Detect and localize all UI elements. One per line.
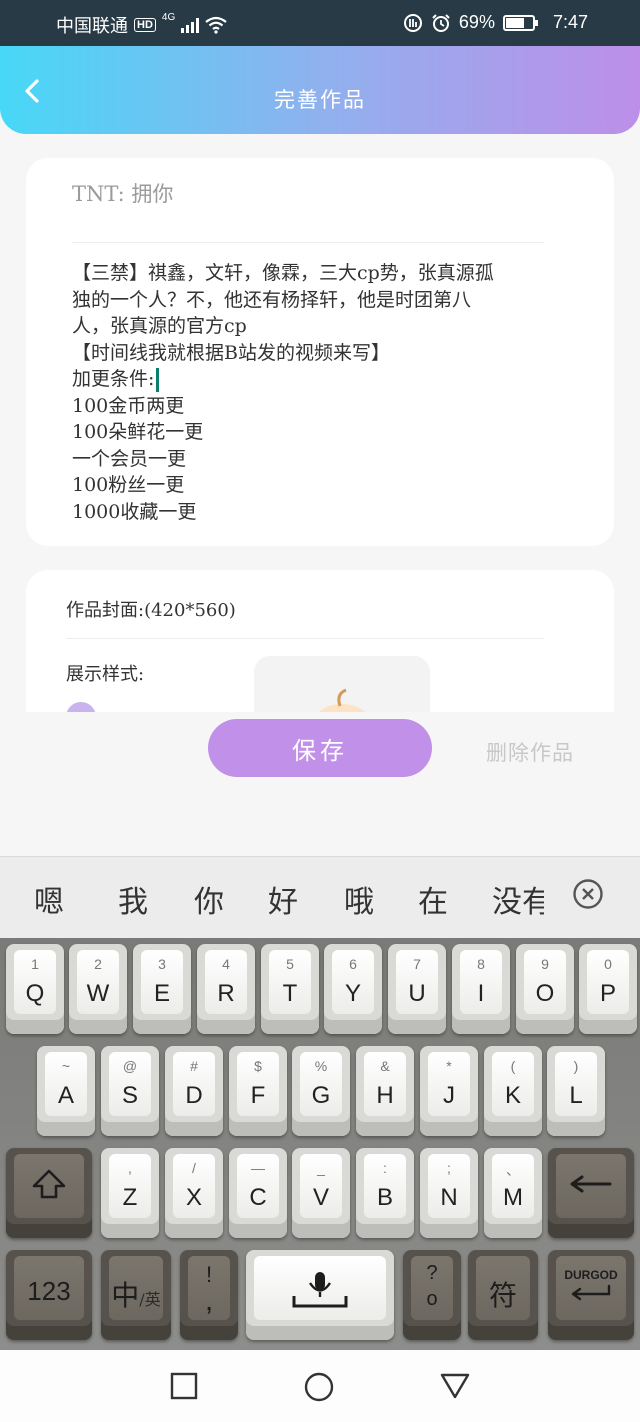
work-body-textarea[interactable]: 【三禁】祺鑫，文轩，像霖，三大cp势，张真源孤 独的一个人？不，他还有杨择轩，他…	[72, 260, 570, 525]
key-t[interactable]: 5T	[261, 944, 319, 1034]
key-h[interactable]: & H	[356, 1046, 414, 1136]
page-title: 完善作品	[274, 88, 366, 112]
keyboard: 1Q 2W 3E 4R 5T 6Y 7U 8I 9O 0P ~ A @ S # D $…	[0, 938, 640, 1350]
cover-card: 作品封面:(420*560) 展示样式:	[26, 570, 614, 712]
key-k[interactable]: (K	[484, 1046, 542, 1136]
body-line: 一个会员一更	[72, 447, 187, 470]
body-line-with-caret: 加更条件:	[72, 366, 570, 393]
status-bar: 中国联通 HD 4G 69% 7:47	[0, 0, 640, 46]
header: 完善作品	[0, 46, 640, 134]
body-line: 100金币两更	[72, 394, 185, 417]
battery-icon	[502, 14, 538, 31]
candidate-word[interactable]: 我	[118, 877, 148, 921]
shift-key[interactable]	[6, 1148, 92, 1238]
space-key[interactable]	[246, 1250, 394, 1340]
key-x[interactable]: / X	[165, 1148, 223, 1238]
key-c[interactable]: — C	[229, 1148, 287, 1238]
candidate-word[interactable]: 在	[418, 877, 448, 921]
body-line: 1000收藏一更	[72, 500, 197, 523]
alarm-icon	[432, 13, 450, 32]
backspace-key[interactable]	[548, 1148, 634, 1238]
system-nav-bar	[0, 1350, 640, 1422]
key-w[interactable]: 2W	[69, 944, 127, 1034]
signal-icon	[181, 17, 200, 33]
recent-apps-square-icon[interactable]	[170, 1372, 198, 1400]
status-right: 69% 7:47	[403, 12, 588, 33]
body-line: 加更条件:	[72, 368, 155, 390]
key-f[interactable]: $ F	[229, 1046, 287, 1136]
style-radio-button[interactable]	[66, 702, 96, 712]
key-d[interactable]: # D	[165, 1046, 223, 1136]
carrier-name: 中国联通	[56, 16, 128, 36]
key-r[interactable]: 4R	[197, 944, 255, 1034]
key-o[interactable]: 9O	[516, 944, 574, 1034]
key-z[interactable]: ,Z	[101, 1148, 159, 1238]
key-n[interactable]: ; N	[420, 1148, 478, 1238]
punctuation-key[interactable]: !,	[180, 1250, 238, 1340]
enter-arrow-icon	[571, 1284, 611, 1301]
title-divider	[72, 242, 544, 243]
body-line: 100朵鲜花一更	[72, 421, 204, 443]
key-l[interactable]: ) L	[547, 1046, 605, 1136]
backspace-icon	[570, 1175, 612, 1193]
key-a[interactable]: ~ A	[37, 1046, 95, 1136]
key-m[interactable]: 、 M	[484, 1148, 542, 1238]
candidate-word[interactable]: 你	[194, 877, 224, 921]
key-v[interactable]: _ V	[292, 1148, 350, 1238]
shift-arrow-icon	[32, 1169, 66, 1199]
cover-divider	[66, 638, 544, 639]
key-p[interactable]: 0P	[579, 944, 637, 1034]
candidate-word[interactable]: 哦	[344, 877, 374, 921]
body-line: 独的一个人？不，他还有杨择轩，他是时团第八	[72, 288, 472, 311]
display-style-label: 展示样式:	[66, 664, 145, 685]
vibrate-icon	[403, 13, 422, 32]
microphone-icon	[292, 1272, 348, 1308]
work-text-card: TNT: 拥你 【三禁】祺鑫，文轩，像霖，三大cp势，张真源孤 独的一个人？不，…	[26, 158, 614, 546]
numbers-key[interactable]: 123	[6, 1250, 92, 1340]
clock: 7:47	[552, 12, 588, 32]
body-line: 【三禁】祺鑫，文轩，像霖，三大cp势，张真源孤	[72, 262, 494, 284]
candidate-word[interactable]: 好	[268, 877, 298, 921]
symbol-key[interactable]: 符	[468, 1250, 538, 1340]
candidate-bar: 嗯 我 你 好 哦 在 没有	[0, 856, 640, 940]
question-mark-key[interactable]: ? o	[403, 1250, 461, 1340]
hd-badge: HD	[134, 18, 156, 32]
candidate-word[interactable]: 没有	[492, 877, 544, 921]
body-line: 人，张真源的官方cp	[72, 315, 247, 337]
key-s[interactable]: @ S	[101, 1046, 159, 1136]
save-button[interactable]: 保存	[208, 719, 432, 777]
body-line: 100粉丝一更	[72, 474, 185, 496]
status-left: 中国联通 HD 4G	[56, 12, 227, 38]
key-g[interactable]: % G	[292, 1046, 350, 1136]
key-u[interactable]: 7U	[388, 944, 446, 1034]
key-e[interactable]: 3E	[133, 944, 191, 1034]
key-i[interactable]: 8I	[452, 944, 510, 1034]
delete-work-button[interactable]: 删除作品	[486, 737, 574, 767]
network-type: 4G	[161, 12, 176, 23]
cartoon-avatar-icon	[318, 688, 366, 712]
close-candidates-icon[interactable]	[572, 878, 604, 910]
work-title-input[interactable]: TNT: 拥你	[72, 178, 173, 208]
language-switch-key[interactable]: 中/英	[101, 1250, 171, 1340]
text-caret	[156, 368, 160, 392]
cover-label: 作品封面:(420*560)	[66, 600, 236, 621]
key-q[interactable]: 1Q	[6, 944, 64, 1034]
wifi-icon	[205, 16, 227, 34]
cover-image-picker[interactable]	[254, 656, 430, 712]
key-b[interactable]: :B	[356, 1148, 414, 1238]
key-j[interactable]: * J	[420, 1046, 478, 1136]
candidate-word[interactable]: 嗯	[34, 877, 64, 921]
enter-key[interactable]: DURGOD	[548, 1250, 634, 1340]
key-y[interactable]: 6Y	[324, 944, 382, 1034]
back-triangle-icon[interactable]	[440, 1372, 470, 1400]
battery-percent: 69%	[458, 12, 495, 32]
body-line: 【时间线我就根据B站发的视频来写】	[72, 341, 390, 364]
home-circle-icon[interactable]	[304, 1372, 334, 1402]
